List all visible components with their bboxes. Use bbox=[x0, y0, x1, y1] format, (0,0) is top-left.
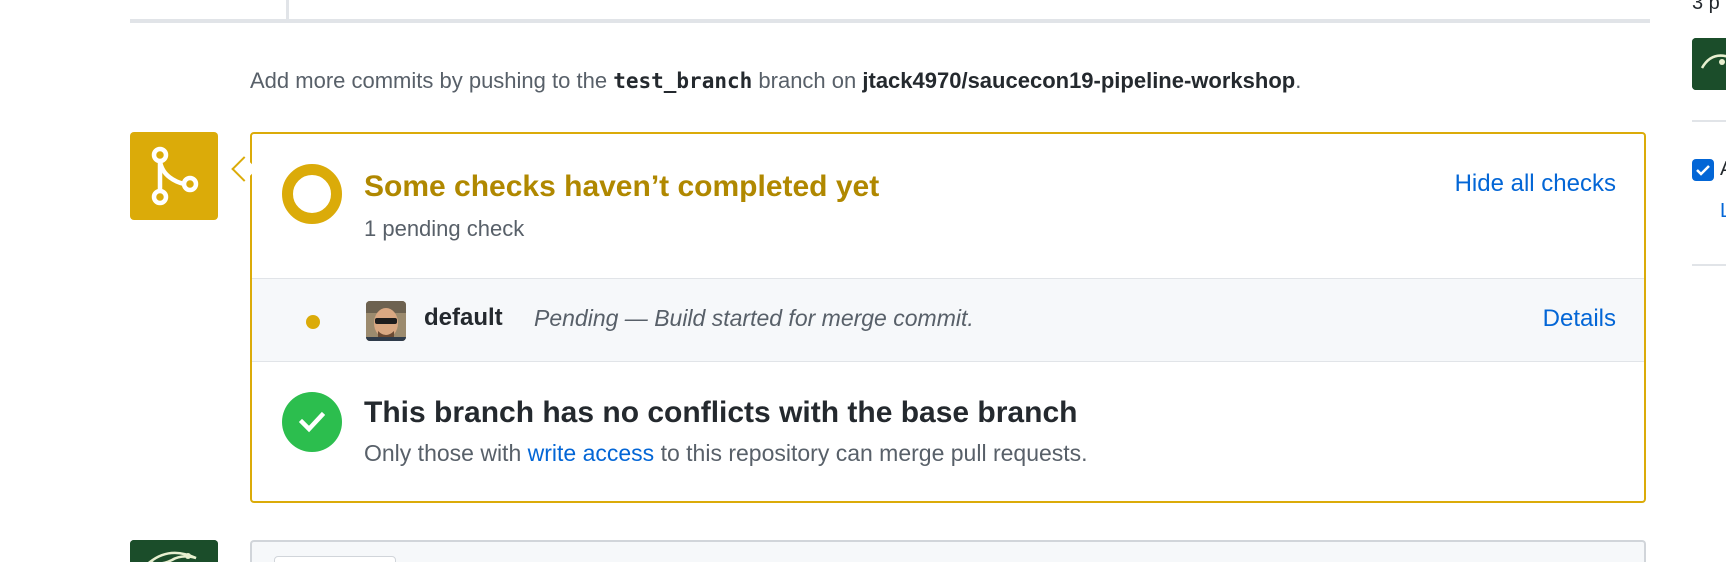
merge-status-box: Some checks haven’t completed yet 1 pend… bbox=[250, 132, 1646, 503]
pending-dot-icon bbox=[306, 315, 320, 329]
check-details-link[interactable]: Details bbox=[1543, 305, 1616, 333]
push-hint-middle: branch on bbox=[758, 68, 857, 93]
checks-status-title: Some checks haven’t completed yet bbox=[364, 170, 880, 203]
push-hint-prefix: Add more commits by pushing to the bbox=[250, 68, 608, 93]
timeline-divider bbox=[130, 19, 1650, 23]
sidebar-link[interactable]: L bbox=[1720, 200, 1726, 223]
check-name: default bbox=[424, 304, 503, 331]
comment-form bbox=[250, 540, 1646, 562]
conflicts-sub-prefix: Only those with bbox=[364, 440, 522, 466]
sidebar-divider bbox=[1692, 264, 1726, 266]
hide-all-checks-link[interactable]: Hide all checks bbox=[1455, 170, 1616, 198]
check-circle-icon bbox=[282, 392, 342, 452]
sidebar-divider bbox=[1692, 120, 1726, 122]
checks-status-subtitle: 1 pending check bbox=[364, 216, 525, 241]
conflicts-title: This branch has no conflicts with the ba… bbox=[364, 396, 1078, 429]
check-description: Pending — Build started for merge commit… bbox=[534, 305, 974, 331]
conflicts-section: This branch has no conflicts with the ba… bbox=[252, 362, 1644, 503]
push-hint-suffix: . bbox=[1295, 68, 1302, 93]
avatar bbox=[366, 301, 406, 341]
sidebar-section-heading: 3 p bbox=[1692, 0, 1720, 14]
sidebar-checkbox[interactable] bbox=[1692, 159, 1714, 181]
conflicts-sub-suffix: to this repository can merge pull reques… bbox=[660, 440, 1088, 466]
comment-avatar bbox=[130, 540, 218, 562]
tab-write[interactable] bbox=[274, 556, 396, 562]
sidebar-checkbox-label: A bbox=[1720, 158, 1726, 181]
sidebar-avatar[interactable] bbox=[1692, 38, 1726, 90]
git-merge-icon bbox=[130, 132, 218, 220]
branch-name: test_branch bbox=[613, 69, 753, 93]
pull-request-page: Add more commits by pushing to the test_… bbox=[0, 0, 1726, 562]
checks-status-section: Some checks haven’t completed yet 1 pend… bbox=[252, 134, 1644, 278]
write-access-link[interactable]: write access bbox=[528, 440, 655, 466]
check-row: default Pending — Build started for merg… bbox=[252, 278, 1644, 362]
pending-ring-icon bbox=[282, 164, 342, 224]
conflicts-subtitle: Only those with write access to this rep… bbox=[364, 440, 1088, 467]
repo-name: jtack4970/saucecon19-pipeline-workshop bbox=[862, 68, 1296, 93]
push-hint: Add more commits by pushing to the test_… bbox=[250, 68, 1301, 94]
